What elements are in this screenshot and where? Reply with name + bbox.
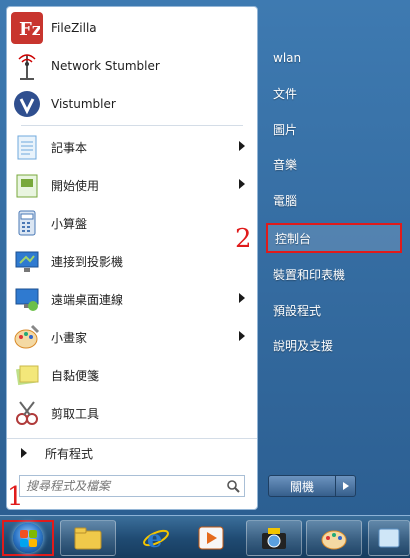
calculator-icon (11, 207, 43, 239)
taskbar-paint[interactable] (306, 520, 362, 556)
program-label: 開始使用 (51, 178, 100, 193)
taskbar-media-player[interactable] (183, 520, 239, 556)
taskbar: e (0, 515, 410, 558)
notepad-icon (11, 131, 43, 163)
program-label: 小畫家 (51, 330, 88, 345)
paint-icon (11, 321, 43, 353)
program-vistumbler[interactable]: Vistumbler (7, 85, 257, 123)
programs-pane: Fz FileZilla Network Stumbler Vistumbler (6, 6, 258, 510)
sticky-notes-icon (11, 359, 43, 391)
divider (21, 125, 243, 126)
program-notepad[interactable]: 記事本 (7, 128, 257, 166)
submenu-arrow-icon[interactable] (239, 293, 245, 303)
search-icon[interactable] (222, 476, 244, 496)
program-label: 記事本 (51, 140, 88, 155)
chevron-right-icon (342, 482, 349, 490)
all-programs-label: 所有程式 (45, 446, 94, 461)
paint-palette-icon (321, 530, 347, 550)
place-devices-printers[interactable]: 裝置和印表機 (266, 259, 402, 289)
submenu-arrow-icon[interactable] (239, 141, 245, 151)
filezilla-icon: Fz (11, 12, 43, 44)
program-label: 小算盤 (51, 216, 88, 231)
media-player-icon (198, 526, 224, 550)
place-default-programs[interactable]: 預設程式 (266, 295, 402, 325)
getting-started-icon (11, 169, 43, 201)
program-snipping-tool[interactable]: 剪取工具 (7, 394, 257, 432)
projector-icon (11, 245, 43, 277)
pinned-programs-list: Fz FileZilla Network Stumbler Vistumbler (7, 9, 257, 432)
submenu-arrow-icon[interactable] (239, 331, 245, 341)
camera-icon (262, 528, 286, 549)
antenna-icon (11, 50, 43, 82)
program-calculator[interactable]: 小算盤 (7, 204, 257, 242)
program-connect-projector[interactable]: 連接到投影機 (7, 242, 257, 280)
program-label: Vistumbler (51, 97, 116, 111)
program-getting-started[interactable]: 開始使用 (7, 166, 257, 204)
remote-desktop-icon (11, 283, 43, 315)
shutdown-options-button[interactable] (336, 475, 356, 497)
vistumbler-icon (11, 88, 43, 120)
arrow-right-icon (21, 448, 27, 458)
app-icon (378, 528, 400, 548)
annotation-marker-1: 1 (7, 482, 24, 512)
place-help-support[interactable]: 說明及支援 (266, 330, 402, 360)
all-programs-button[interactable]: 所有程式 (7, 438, 257, 467)
search-box (19, 475, 245, 497)
windows-logo-icon (13, 523, 43, 553)
program-label: 自黏便箋 (51, 368, 100, 383)
places-pane: wlan 文件 圖片 音樂 電腦 控制台 裝置和印表機 預設程式 說明及支援 (266, 0, 410, 515)
program-filezilla[interactable]: Fz FileZilla (7, 9, 257, 47)
taskbar-explorer[interactable] (60, 520, 116, 556)
program-label: Network Stumbler (51, 59, 160, 73)
place-music[interactable]: 音樂 (266, 149, 402, 179)
svg-text:e: e (147, 524, 162, 553)
place-computer[interactable]: 電腦 (266, 185, 402, 215)
place-pictures[interactable]: 圖片 (266, 114, 402, 144)
internet-explorer-icon: e (143, 524, 169, 553)
search-input[interactable] (20, 478, 222, 494)
taskbar-internet-explorer[interactable]: e (128, 520, 184, 556)
program-sticky-notes[interactable]: 自黏便箋 (7, 356, 257, 394)
place-user-wlan[interactable]: wlan (266, 43, 402, 73)
program-remote-desktop[interactable]: 遠端桌面連線 (7, 280, 257, 318)
taskbar-camera-app[interactable] (246, 520, 302, 556)
program-label: 連接到投影機 (51, 254, 124, 269)
start-menu: Fz FileZilla Network Stumbler Vistumbler (0, 0, 410, 515)
shutdown-button[interactable]: 關機 (268, 475, 336, 497)
program-paint[interactable]: 小畫家 (7, 318, 257, 356)
svg-text:Fz: Fz (19, 19, 40, 40)
annotation-marker-2: 2 (235, 224, 252, 254)
place-documents[interactable]: 文件 (266, 78, 402, 108)
snipping-tool-icon (11, 397, 43, 429)
taskbar-extra-app[interactable] (368, 520, 410, 556)
place-control-panel[interactable]: 控制台 (266, 223, 402, 253)
program-label: 遠端桌面連線 (51, 292, 124, 307)
program-network-stumbler[interactable]: Network Stumbler (7, 47, 257, 85)
start-button[interactable] (2, 520, 54, 556)
folder-icon (74, 527, 102, 550)
submenu-arrow-icon[interactable] (239, 179, 245, 189)
program-label: 剪取工具 (51, 406, 100, 421)
program-label: FileZilla (51, 21, 97, 35)
